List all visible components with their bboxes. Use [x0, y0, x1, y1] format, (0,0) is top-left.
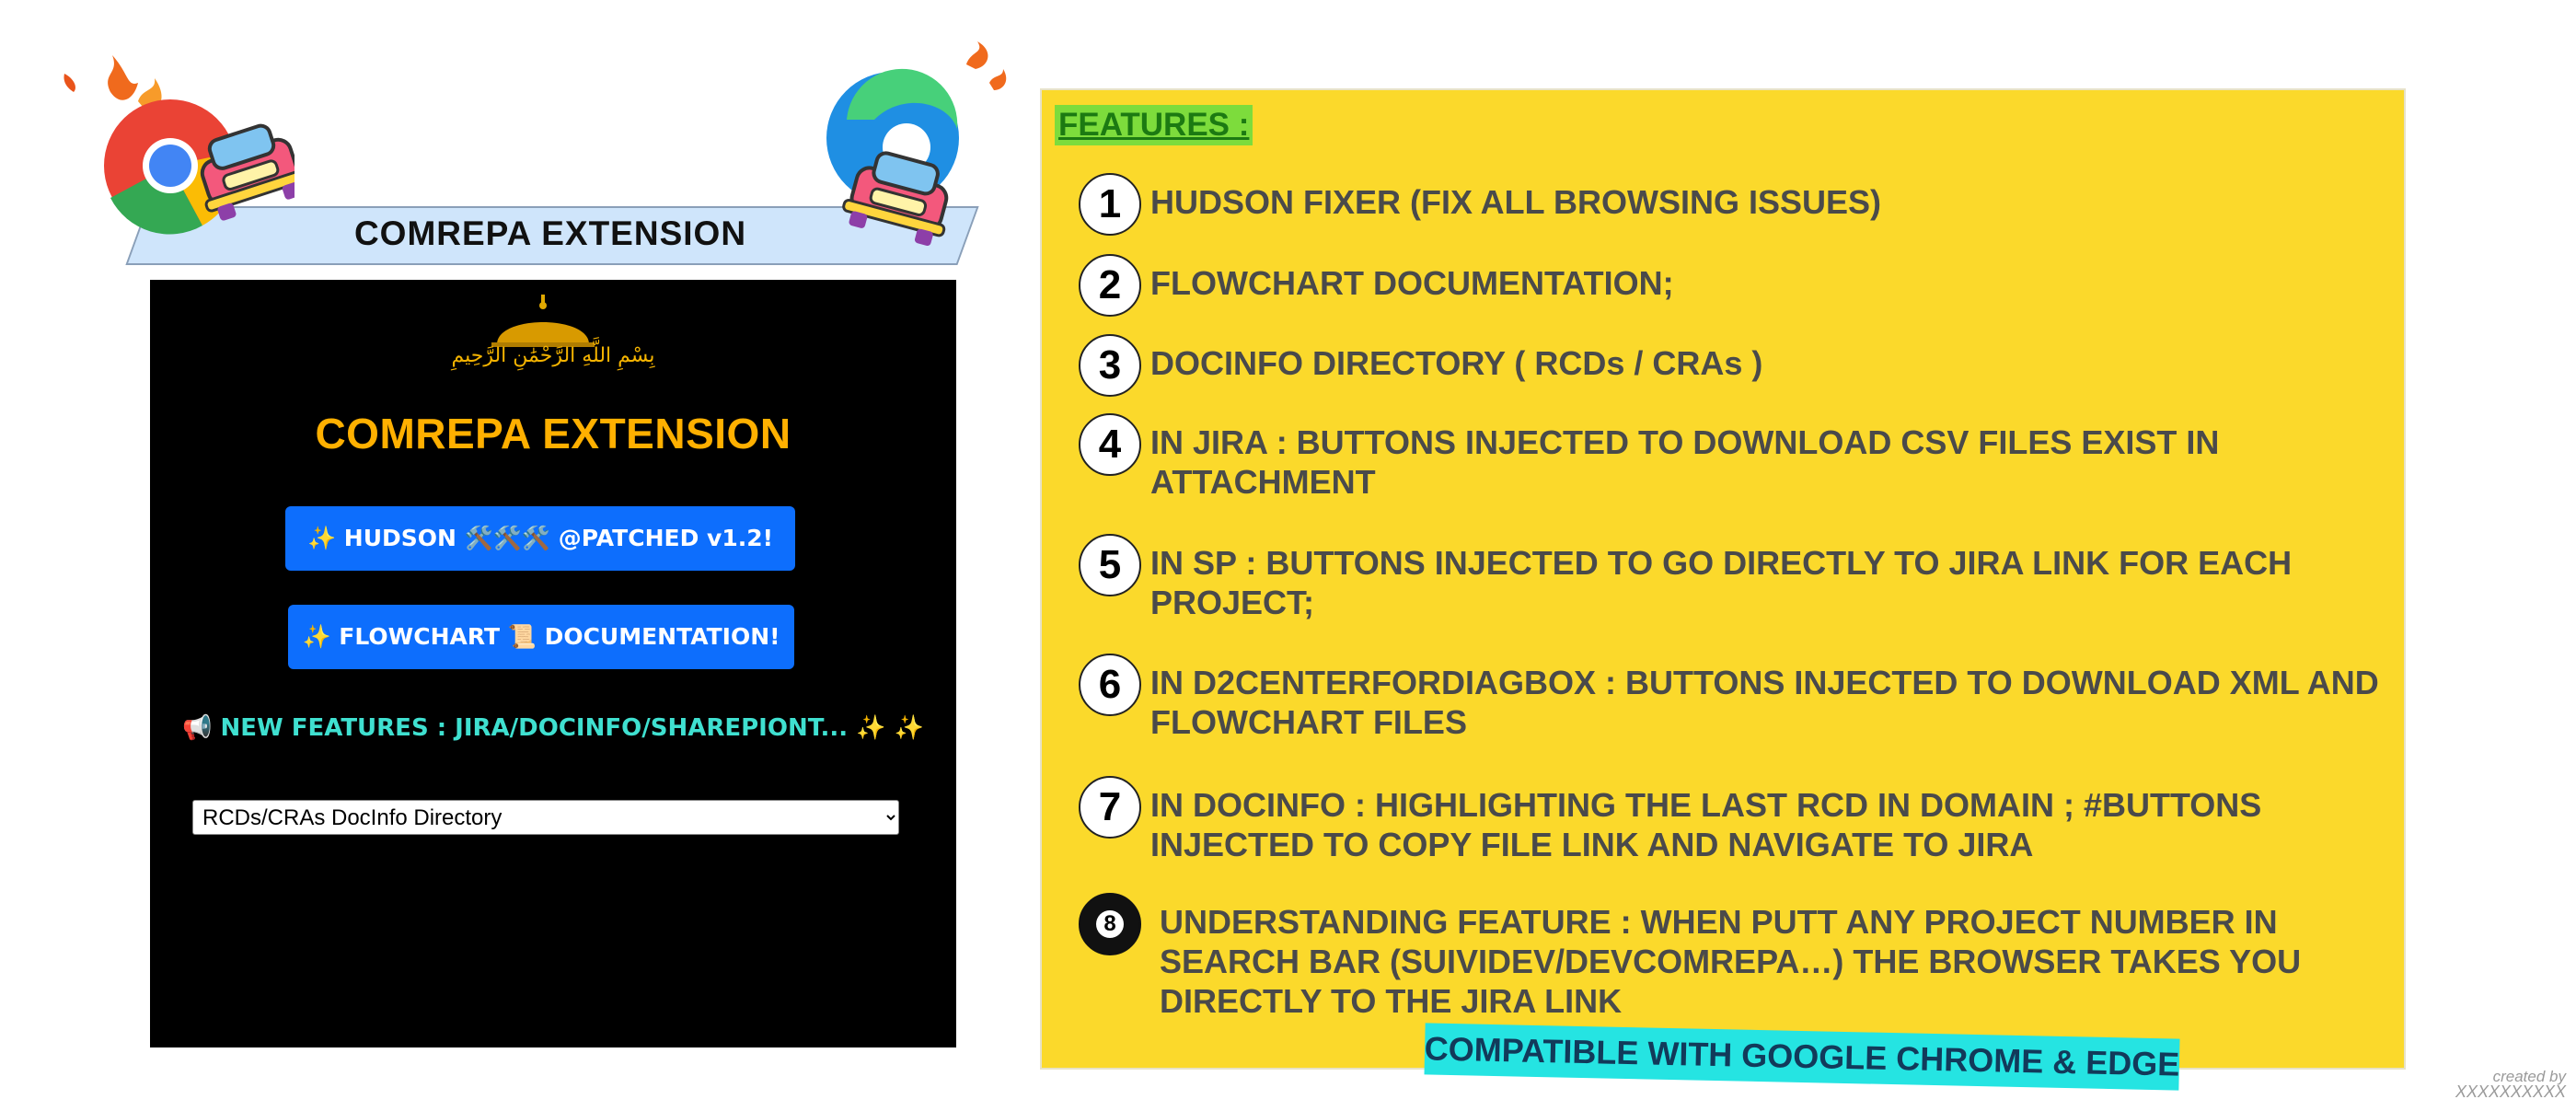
eight-ball-icon: 8 — [1079, 893, 1141, 955]
hudson-patched-button[interactable]: ✨ HUDSON 🛠️🛠️🛠️ @PATCHED v1.2! — [285, 506, 795, 571]
number-2-icon: 2 — [1079, 254, 1141, 317]
feature-text: DOCINFO DIRECTORY ( RCDs / CRAs ) — [1150, 344, 1763, 382]
flowchart-documentation-button[interactable]: ✨ FLOWCHART 📜 DOCUMENTATION! — [288, 605, 794, 669]
feature-text: UNDERSTANDING FEATURE : WHEN PUTT ANY PR… — [1160, 903, 2302, 1020]
chrome-logo-icon — [64, 55, 295, 235]
edge-logo-icon — [826, 41, 1007, 247]
docinfo-directory-select[interactable]: RCDs/CRAs DocInfo Directory — [192, 800, 899, 835]
new-features-announcement: 📢 NEW FEATURES : JIRA/DOCINFO/SHAREPIONT… — [182, 714, 924, 742]
feature-text: IN SP : BUTTONS INJECTED TO GO DIRECTLY … — [1150, 544, 2293, 621]
number-7-icon: 7 — [1079, 776, 1141, 839]
feature-text: HUDSON FIXER (FIX ALL BROWSING ISSUES) — [1150, 183, 1882, 221]
popup-title: COMREPA EXTENSION — [315, 410, 791, 457]
feature-text: IN D2CENTERFORDIAGBOX : BUTTONS INJECTED… — [1150, 664, 2379, 741]
feature-text: IN JIRA : BUTTONS INJECTED TO DOWNLOAD C… — [1150, 423, 2220, 501]
credit-signature: created by XXXXXXXXXX — [2419, 1069, 2566, 1101]
feature-text: FLOWCHART DOCUMENTATION; — [1150, 264, 1674, 302]
feature-text: IN DOCINFO : HIGHLIGHTING THE LAST RCD I… — [1150, 786, 2262, 863]
mosque-dome-icon — [491, 295, 595, 347]
number-4-icon: 4 — [1079, 413, 1141, 476]
number-3-icon: 3 — [1079, 334, 1141, 397]
number-6-icon: 6 — [1079, 654, 1141, 716]
basmala-text: بِسْمِ اللَّهِ الرَّحْمَٰنِ الرَّحِيمِ — [451, 344, 655, 367]
features-heading: FEATURES : — [1055, 105, 1253, 145]
number-1-icon: 1 — [1079, 173, 1141, 236]
credit-line-2: XXXXXXXXXX — [2455, 1082, 2566, 1101]
number-5-icon: 5 — [1079, 534, 1141, 596]
eight-ball-number: 8 — [1096, 910, 1124, 938]
